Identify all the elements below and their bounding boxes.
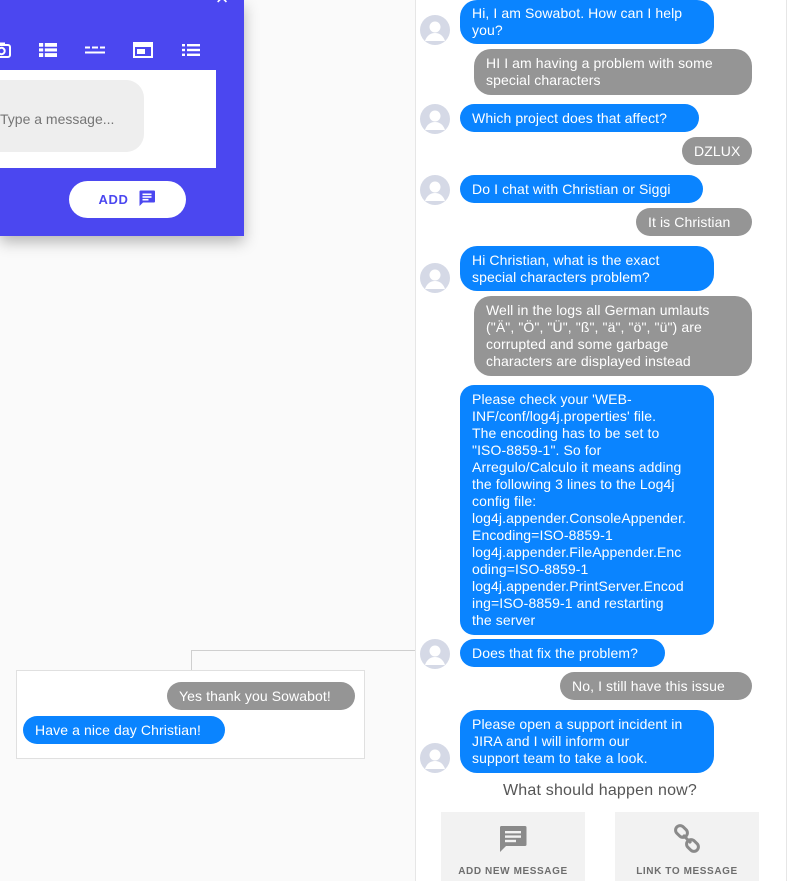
node-connector (191, 650, 192, 670)
editor-toolbar (0, 40, 244, 60)
message-icon (138, 189, 156, 210)
bot-message[interactable]: Please open a support incident in JIRA a… (460, 710, 714, 773)
bot-avatar-icon (420, 175, 450, 205)
node-connector (191, 650, 415, 651)
message-icon (498, 824, 528, 854)
bot-message[interactable]: Hi Christian, what is the exact special … (460, 246, 714, 291)
user-message[interactable]: It is Christian (636, 208, 752, 236)
bot-message[interactable]: Does that fix the problem? (460, 639, 665, 667)
link-icon (672, 824, 702, 854)
bot-avatar-icon (420, 104, 450, 134)
add-new-message-label: ADD NEW MESSAGE (458, 866, 568, 877)
bot-message[interactable]: Which project does that affect? (460, 104, 699, 132)
node-bot-message: Have a nice day Christian! (23, 716, 225, 744)
add-new-message-button[interactable]: ADD NEW MESSAGE (441, 812, 585, 881)
conversation-node[interactable]: Yes thank you Sowabot! Have a nice day C… (16, 670, 365, 759)
next-step-question: What should happen now? (502, 782, 698, 799)
user-message[interactable]: DZLUX (682, 137, 752, 165)
message-editor (0, 70, 216, 168)
bot-avatar-icon (420, 743, 450, 773)
message-editor-popup: × ADD (0, 0, 244, 236)
camera-icon[interactable] (0, 40, 12, 60)
message-input[interactable] (0, 80, 144, 152)
add-button[interactable]: ADD (69, 181, 186, 218)
link-to-message-label: LINK TO MESSAGE (636, 866, 738, 877)
list-icon[interactable] (181, 40, 201, 60)
user-message[interactable]: No, I still have this issue (560, 672, 752, 700)
card-icon[interactable] (133, 40, 153, 60)
user-message[interactable]: HI I am having a problem with some speci… (474, 49, 752, 95)
user-message[interactable]: Well in the logs all German umlauts ("Ä"… (474, 296, 752, 376)
bot-message[interactable]: Please check your 'WEB- INF/conf/log4j.p… (460, 385, 714, 635)
bot-avatar-icon (420, 639, 450, 669)
bot-avatar-icon (420, 263, 450, 293)
node-user-message: Yes thank you Sowabot! (167, 682, 355, 710)
table-icon[interactable] (38, 40, 58, 60)
bot-message[interactable]: Hi, I am Sowabot. How can I help you? (460, 0, 714, 44)
close-icon[interactable]: × (212, 0, 232, 9)
add-button-label: ADD (98, 192, 129, 207)
divider-icon[interactable] (85, 40, 105, 60)
link-to-message-button[interactable]: LINK TO MESSAGE (615, 812, 759, 881)
bot-avatar-icon (420, 15, 450, 45)
bot-message[interactable]: Do I chat with Christian or Siggi (460, 175, 703, 203)
